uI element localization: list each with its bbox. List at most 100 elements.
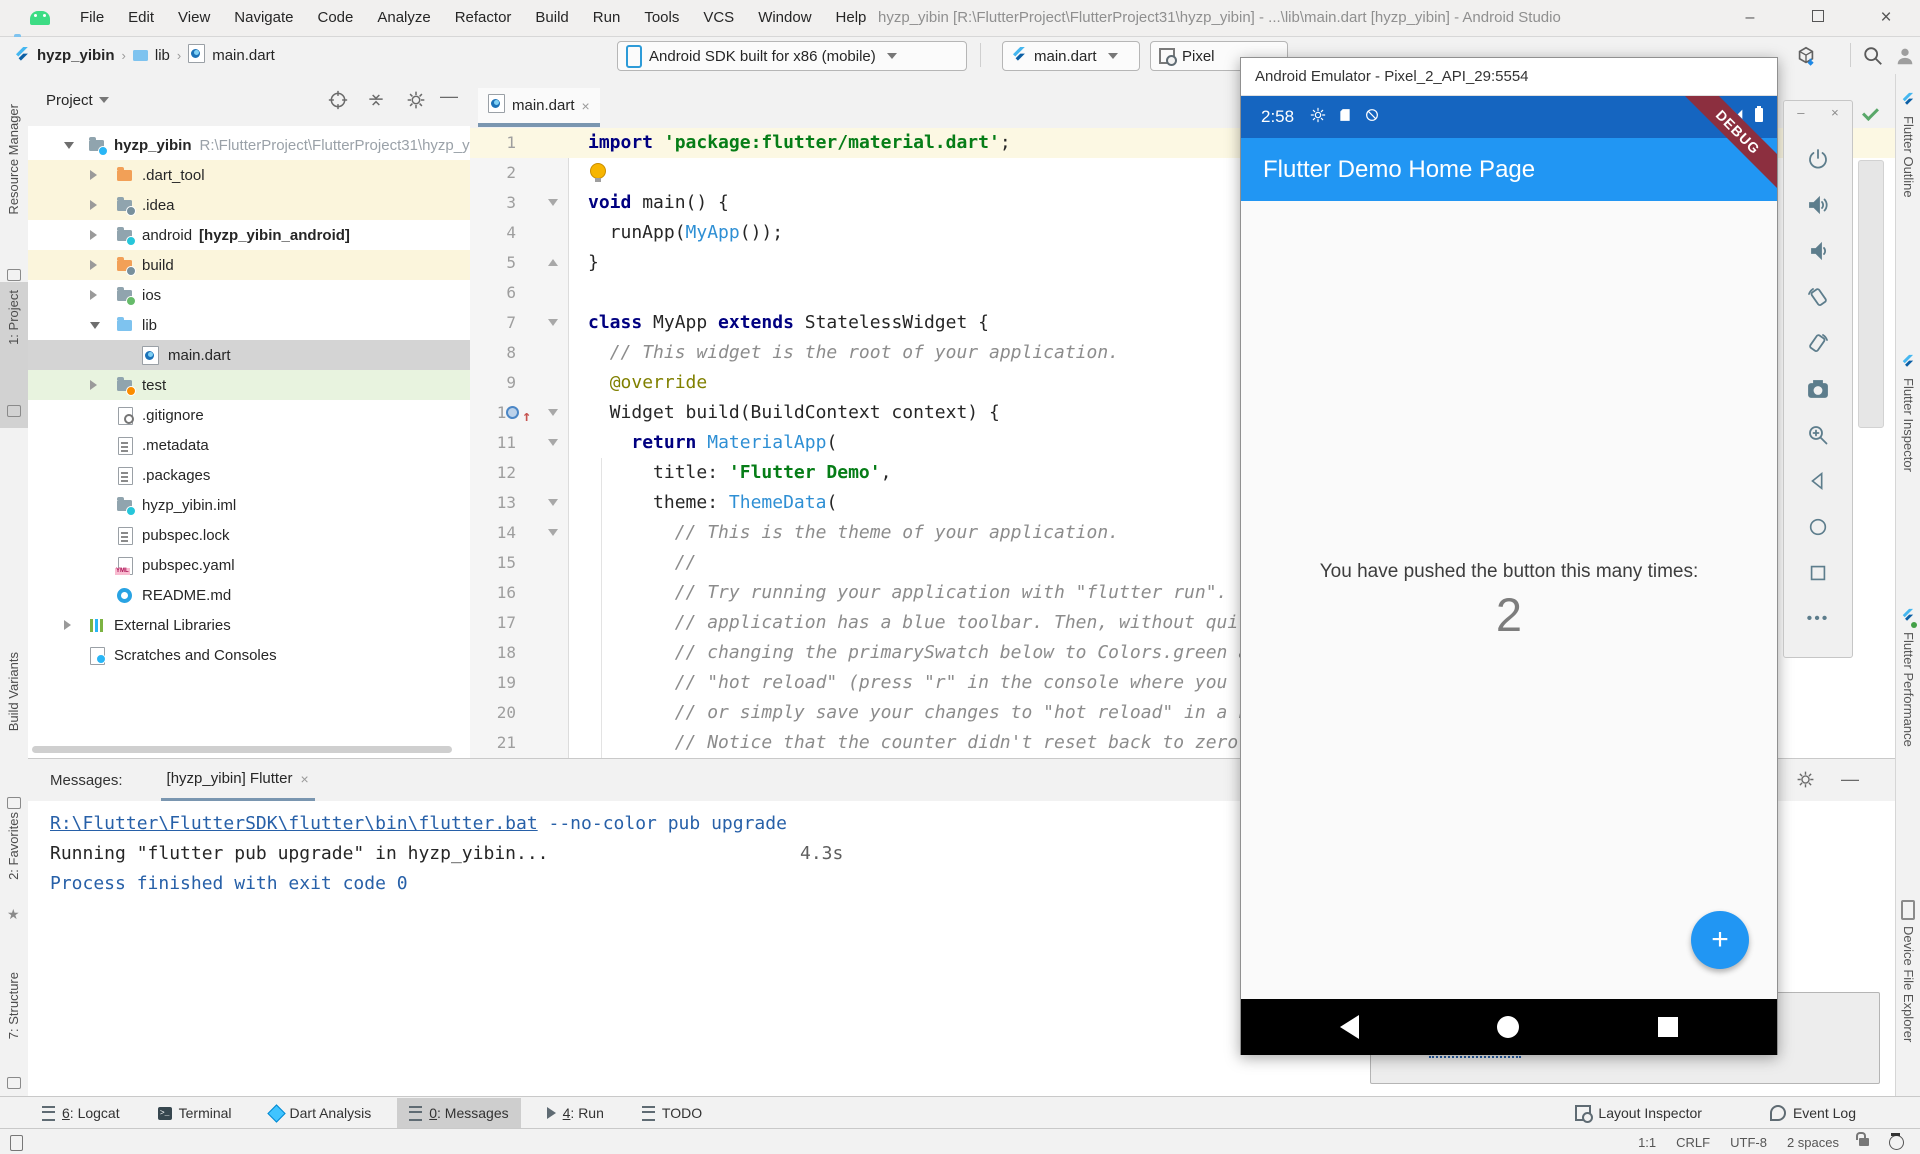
star-icon[interactable]: ★ xyxy=(7,906,20,924)
sidebar-item--favorites[interactable]: 2: Favorites xyxy=(6,812,21,880)
increment-fab-button[interactable]: + xyxy=(1691,911,1749,969)
line-endings[interactable]: CRLF xyxy=(1676,1135,1710,1150)
tree-row-test[interactable]: test xyxy=(28,370,470,400)
tree-row-lib[interactable]: lib xyxy=(28,310,470,340)
breadcrumb-lib[interactable]: lib xyxy=(155,47,170,64)
stripe-icon[interactable] xyxy=(7,404,21,422)
overriding-method-icon[interactable] xyxy=(506,406,519,419)
tool-window-button-event-log[interactable]: Event Log xyxy=(1758,1098,1868,1128)
tab-main-dart[interactable]: main.dart × xyxy=(478,88,600,127)
sidebar-item--project[interactable]: 1: Project xyxy=(6,290,21,345)
sidebar-item-flutter-performance[interactable]: Flutter Performance xyxy=(1901,632,1916,747)
tree-row--metadata[interactable]: .metadata xyxy=(28,430,470,460)
expand-arrow-icon[interactable] xyxy=(90,260,97,270)
expand-arrow-icon[interactable] xyxy=(90,200,97,210)
tool-window-button-todo[interactable]: TODO xyxy=(630,1098,714,1128)
expand-arrow-icon[interactable] xyxy=(90,170,97,180)
menu-refactor[interactable]: Refactor xyxy=(443,0,524,36)
strip-close-icon[interactable]: × xyxy=(1831,105,1839,120)
emulator-zoom-button[interactable] xyxy=(1804,421,1832,449)
tree-row-main-dart[interactable]: main.dart xyxy=(28,340,470,370)
device-file-explorer-icon[interactable] xyxy=(1901,900,1915,925)
indent-setting[interactable]: 2 spaces xyxy=(1787,1135,1839,1150)
menu-file[interactable]: File xyxy=(68,0,116,36)
tree-row-pubspec-lock[interactable]: pubspec.lock xyxy=(28,520,470,550)
lock-icon[interactable] xyxy=(1859,1138,1869,1146)
menu-edit[interactable]: Edit xyxy=(116,0,166,36)
emulator-power-button[interactable] xyxy=(1804,145,1832,173)
nav-back-button[interactable] xyxy=(1340,1015,1359,1039)
flutter-icon[interactable] xyxy=(1901,608,1915,627)
expand-arrow-icon[interactable] xyxy=(90,290,97,300)
menu-window[interactable]: Window xyxy=(746,0,823,36)
tool-window-button-terminal[interactable]: >_Terminal xyxy=(146,1098,244,1128)
flutter-icon[interactable] xyxy=(1901,354,1915,373)
tree-row-android[interactable]: android[hyzp_yibin_android] xyxy=(28,220,470,250)
stripe-icon[interactable] xyxy=(7,1076,21,1094)
close-window-icon[interactable]: × xyxy=(1852,0,1920,36)
expand-arrow-icon[interactable] xyxy=(64,620,71,630)
strip-minimize-icon[interactable]: – xyxy=(1797,105,1804,120)
menu-analyze[interactable]: Analyze xyxy=(365,0,442,36)
tree-row--packages[interactable]: .packages xyxy=(28,460,470,490)
inspection-profile-icon[interactable] xyxy=(1889,1135,1904,1150)
tree-row--dart-tool[interactable]: .dart_tool xyxy=(28,160,470,190)
emulator-back-button[interactable] xyxy=(1804,467,1832,495)
menu-vcs[interactable]: VCS xyxy=(691,0,746,36)
hide-panel-icon[interactable]: — xyxy=(440,86,458,107)
collapse-all-icon[interactable] xyxy=(366,90,386,110)
tool-window-button--logcat[interactable]: 6: Logcat xyxy=(30,1098,132,1128)
breadcrumb-file[interactable]: main.dart xyxy=(212,47,275,64)
breadcrumb-project[interactable]: hyzp_yibin xyxy=(37,47,115,64)
emulator-home-button[interactable] xyxy=(1804,513,1832,541)
fold-marker-icon[interactable] xyxy=(548,439,558,446)
nav-overview-button[interactable] xyxy=(1658,1017,1678,1037)
tree-row-build[interactable]: build xyxy=(28,250,470,280)
close-tab-icon[interactable]: × xyxy=(300,771,308,787)
expand-arrow-icon[interactable] xyxy=(90,380,97,390)
tree-row-hyzp-yibin[interactable]: hyzp_yibinR:\FlutterProject\FlutterProje… xyxy=(28,130,470,160)
emulator-overview-button[interactable] xyxy=(1804,559,1832,587)
tool-window-button-dart-analysis[interactable]: Dart Analysis xyxy=(258,1098,384,1128)
chevron-down-icon[interactable] xyxy=(99,97,109,103)
hide-panel-icon[interactable]: — xyxy=(1841,769,1859,790)
menu-help[interactable]: Help xyxy=(824,0,879,36)
fold-marker-icon[interactable] xyxy=(548,499,558,506)
minimize-window-icon[interactable]: – xyxy=(1716,0,1784,36)
tool-window-button--run[interactable]: 4: Run xyxy=(535,1098,616,1128)
profile-avatar-icon[interactable] xyxy=(1894,45,1916,67)
expand-arrow-icon[interactable] xyxy=(90,322,100,329)
tree-row-ios[interactable]: ios xyxy=(28,280,470,310)
fold-marker-icon[interactable] xyxy=(548,199,558,206)
menu-code[interactable]: Code xyxy=(305,0,365,36)
locate-file-icon[interactable] xyxy=(328,90,348,110)
tool-window-switcher-icon[interactable] xyxy=(10,1135,23,1151)
console-link[interactable]: R:\Flutter\FlutterSDK\flutter\bin\flutte… xyxy=(50,813,538,834)
emulator-volume-down-button[interactable] xyxy=(1804,237,1832,265)
sidebar-item-resource-manager[interactable]: Resource Manager xyxy=(6,104,21,215)
search-icon[interactable] xyxy=(1862,45,1884,67)
file-encoding[interactable]: UTF-8 xyxy=(1730,1135,1767,1150)
sidebar-item-device-file-explorer[interactable]: Device File Explorer xyxy=(1901,926,1916,1042)
tool-window-button-layout-inspector[interactable]: Layout Inspector xyxy=(1563,1098,1714,1128)
tree-row-readme-md[interactable]: README.md xyxy=(28,580,470,610)
menu-run[interactable]: Run xyxy=(581,0,633,36)
fold-marker-icon[interactable] xyxy=(548,529,558,536)
emulator-window-title[interactable]: Android Emulator - Pixel_2_API_29:5554 xyxy=(1241,58,1777,96)
sdk-manager-icon[interactable] xyxy=(1795,45,1817,67)
sidebar-item-flutter-outline[interactable]: Flutter Outline xyxy=(1901,116,1916,198)
emulator-screenshot-button[interactable] xyxy=(1804,375,1832,403)
tree-row-external-libraries[interactable]: External Libraries xyxy=(28,610,470,640)
menu-tools[interactable]: Tools xyxy=(632,0,691,36)
sidebar-item-build-variants[interactable]: Build Variants xyxy=(6,652,21,731)
device-selector-dropdown[interactable]: Android SDK built for x86 (mobile) xyxy=(617,41,967,71)
menu-build[interactable]: Build xyxy=(523,0,580,36)
tree-row--gitignore[interactable]: .gitignore xyxy=(28,400,470,430)
tree-row-hyzp-yibin-iml[interactable]: hyzp_yibin.iml xyxy=(28,490,470,520)
expand-arrow-icon[interactable] xyxy=(64,142,74,149)
project-panel-title[interactable]: Project xyxy=(46,92,93,109)
messages-flutter-tab[interactable]: [hyzp_yibin] Flutter × xyxy=(161,759,315,801)
emulator-rotate-left-button[interactable] xyxy=(1804,283,1832,311)
menu-view[interactable]: View xyxy=(166,0,222,36)
run-config-dropdown[interactable]: main.dart xyxy=(1002,41,1140,71)
